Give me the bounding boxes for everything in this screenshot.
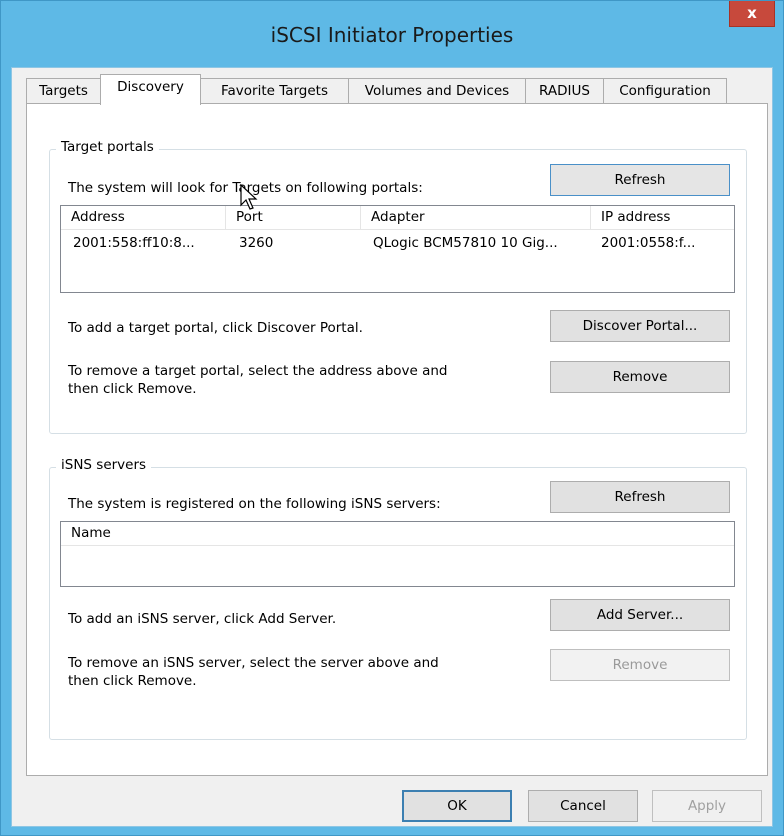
target-portals-list-header: Address Port Adapter IP address: [61, 206, 734, 230]
column-header-adapter[interactable]: Adapter: [361, 206, 591, 230]
discover-portal-button[interactable]: Discover Portal...: [550, 310, 730, 342]
add-isns-server-instructions: To add an iSNS server, click Add Server.: [68, 611, 337, 627]
tab-radius[interactable]: RADIUS: [525, 78, 604, 104]
isns-servers-group-title: iSNS servers: [56, 457, 152, 473]
ok-button[interactable]: OK: [402, 790, 512, 822]
column-header-address[interactable]: Address: [61, 206, 226, 230]
dialog-window: iSCSI Initiator Properties x Targets Dis…: [0, 0, 784, 836]
tab-favorite-targets[interactable]: Favorite Targets: [200, 78, 349, 104]
window-title: iSCSI Initiator Properties: [270, 23, 514, 47]
add-server-button[interactable]: Add Server...: [550, 599, 730, 631]
dialog-client-area: Targets Discovery Favorite Targets Volum…: [11, 67, 773, 827]
target-portals-group: Target portals The system will look for …: [49, 139, 747, 434]
cell-ip-address: 2001:0558:f...: [601, 235, 696, 251]
isns-servers-description: The system is registered on the followin…: [68, 496, 441, 512]
cancel-button[interactable]: Cancel: [528, 790, 638, 822]
mouse-pointer-icon: [240, 184, 258, 210]
remove-isns-server-instructions-line2: then click Remove.: [68, 673, 197, 689]
remove-isns-server-button[interactable]: Remove: [550, 649, 730, 681]
remove-target-portal-instructions-line2: then click Remove.: [68, 381, 197, 397]
target-portals-refresh-button[interactable]: Refresh: [550, 164, 730, 196]
cell-adapter: QLogic BCM57810 10 Gig...: [373, 235, 558, 251]
tab-targets[interactable]: Targets: [26, 78, 101, 104]
tab-discovery[interactable]: Discovery: [100, 74, 201, 105]
tab-strip: Targets Discovery Favorite Targets Volum…: [26, 74, 766, 105]
discovery-tab-panel: Target portals The system will look for …: [26, 103, 768, 776]
remove-target-portal-instructions-line1: To remove a target portal, select the ad…: [68, 363, 448, 379]
isns-refresh-button[interactable]: Refresh: [550, 481, 730, 513]
remove-isns-server-instructions-line1: To remove an iSNS server, select the ser…: [68, 655, 439, 671]
add-target-portal-instructions: To add a target portal, click Discover P…: [68, 320, 363, 336]
cell-port: 3260: [239, 235, 274, 251]
tab-volumes-and-devices[interactable]: Volumes and Devices: [348, 78, 526, 104]
target-portals-group-title: Target portals: [56, 139, 159, 155]
column-header-ip-address[interactable]: IP address: [591, 206, 734, 230]
tab-configuration[interactable]: Configuration: [603, 78, 727, 104]
isns-servers-list[interactable]: Name: [60, 521, 735, 587]
remove-target-portal-button[interactable]: Remove: [550, 361, 730, 393]
cell-address: 2001:558:ff10:8...: [73, 235, 195, 251]
isns-servers-list-header: Name: [61, 522, 734, 546]
apply-button[interactable]: Apply: [652, 790, 762, 822]
isns-servers-group: iSNS servers The system is registered on…: [49, 457, 747, 740]
target-portals-list[interactable]: Address Port Adapter IP address 2001:558…: [60, 205, 735, 293]
title-bar[interactable]: iSCSI Initiator Properties x: [1, 1, 783, 68]
close-button[interactable]: x: [729, 1, 775, 27]
column-header-name[interactable]: Name: [61, 522, 734, 546]
